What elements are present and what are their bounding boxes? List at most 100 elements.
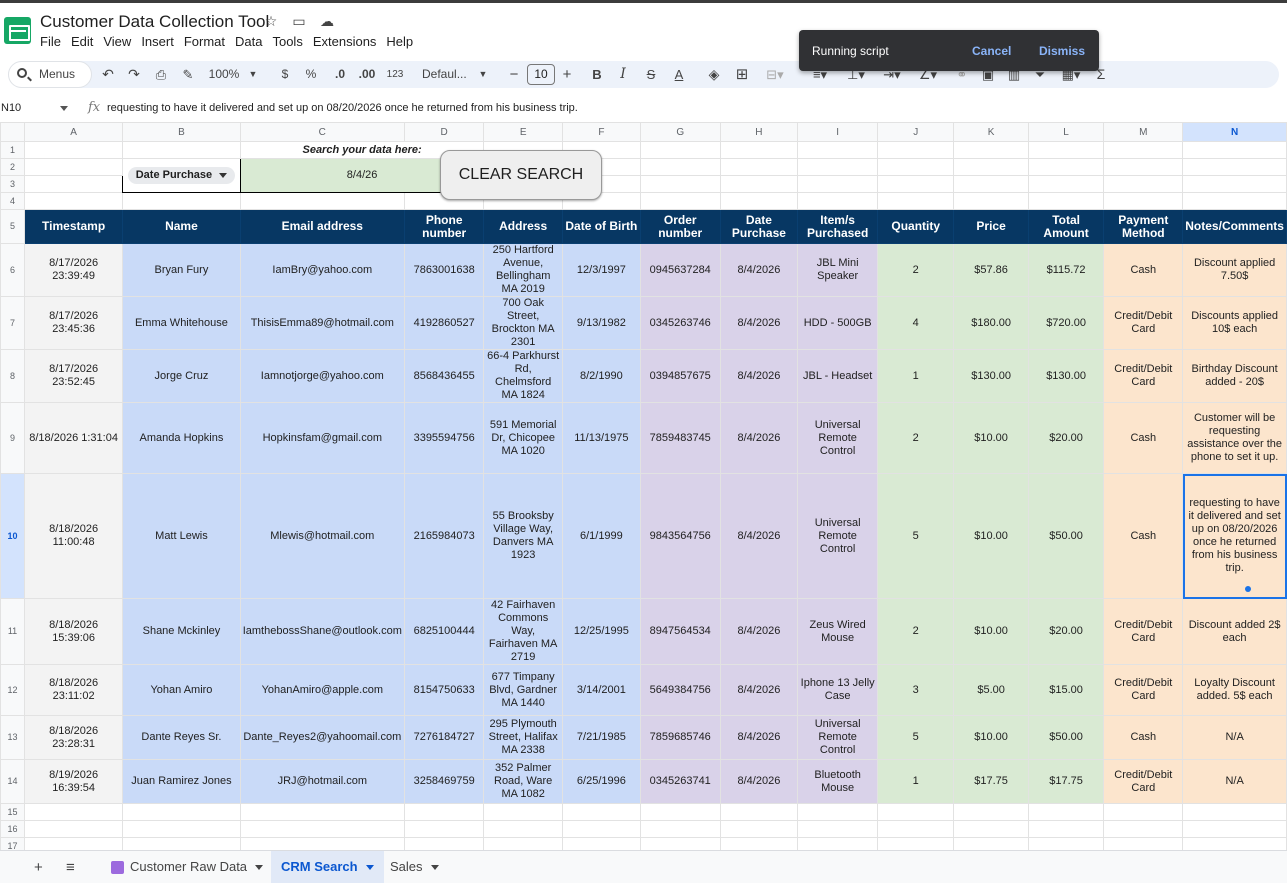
cell-email[interactable]: Mlewis@hotmail.com bbox=[239, 473, 405, 599]
bold-button[interactable]: B bbox=[590, 61, 604, 88]
cell-total-amount[interactable]: $130.00 bbox=[1027, 349, 1105, 403]
column-header[interactable]: E bbox=[483, 122, 563, 142]
cell-quantity[interactable]: 4 bbox=[876, 296, 955, 350]
cell-order-number[interactable]: 0394857675 bbox=[639, 349, 721, 403]
row-header[interactable]: 17 bbox=[0, 837, 26, 850]
row-header[interactable]: 8 bbox=[0, 349, 26, 403]
spreadsheet-grid[interactable]: A B C D E F G H I J K L M N 1 Search you… bbox=[0, 122, 1287, 850]
name-box-chevron-down-icon[interactable] bbox=[60, 106, 68, 111]
cell-price[interactable]: $10.00 bbox=[953, 473, 1029, 599]
currency-format-button[interactable]: $ bbox=[278, 61, 292, 88]
cell-order-number[interactable]: 0345263741 bbox=[639, 759, 721, 804]
fill-handle[interactable] bbox=[1245, 586, 1251, 592]
cell-notes[interactable]: Loyalty Discount added. 5$ each bbox=[1182, 664, 1287, 716]
cell-date-purchase[interactable]: 8/4/2026 bbox=[719, 715, 799, 760]
star-icon[interactable]: ☆ bbox=[262, 13, 280, 30]
cell-address[interactable]: 700 Oak Street, Brockton MA 2301 bbox=[483, 296, 563, 350]
row-header[interactable]: 4 bbox=[0, 192, 26, 210]
cell-dob[interactable]: 12/25/1995 bbox=[561, 598, 641, 665]
cell-items[interactable]: JBL Mini Speaker bbox=[797, 243, 878, 297]
formula-input[interactable]: requesting to have it delivered and set … bbox=[107, 102, 578, 114]
fill-color-icon[interactable]: ◈ bbox=[706, 61, 722, 88]
cell-date-purchase[interactable]: 8/4/2026 bbox=[719, 402, 799, 474]
cell-notes[interactable]: Customer will be requesting assistance o… bbox=[1182, 402, 1287, 474]
chevron-down-icon[interactable] bbox=[255, 865, 264, 871]
cell-address[interactable]: 55 Brooksby Village Way, Danvers MA 1923 bbox=[483, 473, 563, 599]
row-header[interactable]: 1 bbox=[0, 141, 26, 159]
add-sheet-icon[interactable]: + bbox=[34, 859, 43, 876]
cell-timestamp[interactable]: 8/18/2026 1:31:04 bbox=[24, 402, 124, 474]
menu-help[interactable]: Help bbox=[386, 33, 418, 50]
cell-address[interactable]: 591 Memorial Dr, Chicopee MA 1020 bbox=[483, 402, 563, 474]
select-all-corner[interactable] bbox=[0, 122, 26, 142]
cell-date-purchase[interactable]: 8/4/2026 bbox=[719, 759, 799, 804]
cell-name[interactable]: Shane Mckinley bbox=[122, 598, 241, 665]
column-header[interactable]: A bbox=[24, 122, 124, 142]
cell-date-purchase[interactable]: 8/4/2026 bbox=[719, 598, 799, 665]
row-header[interactable]: 6 bbox=[0, 243, 26, 297]
cell-dob[interactable]: 11/13/1975 bbox=[561, 402, 641, 474]
cell-timestamp[interactable]: 8/18/2026 15:39:06 bbox=[24, 598, 124, 665]
column-header[interactable]: B bbox=[122, 122, 241, 142]
search-menus-button[interactable]: Menus bbox=[8, 61, 92, 88]
cell-notes[interactable]: Discount applied 7.50$ bbox=[1182, 243, 1287, 297]
cell-email[interactable]: JRJ@hotmail.com bbox=[239, 759, 405, 804]
cell-price[interactable]: $130.00 bbox=[953, 349, 1029, 403]
cell-quantity[interactable]: 2 bbox=[876, 402, 955, 474]
cell-notes[interactable]: Discount added 2$ each bbox=[1182, 598, 1287, 665]
font-select[interactable]: Defaul... bbox=[422, 61, 472, 88]
cell-email[interactable]: IamBry@yahoo.com bbox=[239, 243, 405, 297]
cell-notes[interactable]: requesting to have it delivered and set … bbox=[1182, 473, 1287, 599]
cell-payment-method[interactable]: Cash bbox=[1103, 715, 1184, 760]
cell-phone[interactable]: 2165984073 bbox=[403, 473, 485, 599]
cell-order-number[interactable]: 7859483745 bbox=[639, 402, 721, 474]
menu-view[interactable]: View bbox=[103, 33, 136, 50]
column-header[interactable]: K bbox=[953, 122, 1029, 142]
cell-payment-method[interactable]: Credit/Debit Card bbox=[1103, 296, 1184, 350]
cell-order-number[interactable]: 5649384756 bbox=[639, 664, 721, 716]
italic-button[interactable]: I bbox=[616, 61, 630, 88]
cell-items[interactable]: Universal Remote Control bbox=[797, 473, 878, 599]
cell-items[interactable]: Iphone 13 Jelly Case bbox=[797, 664, 878, 716]
cell-dob[interactable]: 9/13/1982 bbox=[561, 296, 641, 350]
menu-tools[interactable]: Tools bbox=[272, 33, 307, 50]
search-field-chip[interactable]: Date Purchase bbox=[127, 167, 236, 184]
cell-items[interactable]: Bluetooth Mouse bbox=[797, 759, 878, 804]
cell-address[interactable]: 42 Fairhaven Commons Way, Fairhaven MA 2… bbox=[483, 598, 563, 665]
zoom-chevron-down-icon[interactable]: ▼ bbox=[248, 61, 258, 88]
menu-data[interactable]: Data bbox=[235, 33, 267, 50]
increase-font-size-button[interactable]: + bbox=[561, 61, 573, 88]
font-chevron-down-icon[interactable]: ▼ bbox=[478, 61, 488, 88]
column-header[interactable]: M bbox=[1103, 122, 1184, 142]
name-box[interactable]: N10 bbox=[1, 102, 21, 114]
cell-total-amount[interactable]: $15.00 bbox=[1027, 664, 1105, 716]
cell-payment-method[interactable]: Cash bbox=[1103, 243, 1184, 297]
cell-price[interactable]: $57.86 bbox=[953, 243, 1029, 297]
menu-file[interactable]: File bbox=[40, 33, 66, 50]
cell-notes[interactable]: Discounts applied 10$ each bbox=[1182, 296, 1287, 350]
cell-payment-method[interactable]: Credit/Debit Card bbox=[1103, 349, 1184, 403]
cell-phone[interactable]: 8568436455 bbox=[403, 349, 485, 403]
column-header-selected[interactable]: N bbox=[1182, 122, 1287, 142]
column-header[interactable]: D bbox=[403, 122, 485, 142]
cell-payment-method[interactable]: Cash bbox=[1103, 402, 1184, 474]
row-header[interactable]: 2 bbox=[0, 158, 26, 176]
cell-timestamp[interactable]: 8/18/2026 23:11:02 bbox=[24, 664, 124, 716]
cell-price[interactable]: $180.00 bbox=[953, 296, 1029, 350]
cell-total-amount[interactable]: $50.00 bbox=[1027, 715, 1105, 760]
cancel-button[interactable]: Cancel bbox=[972, 44, 1011, 58]
cell-phone[interactable]: 3395594756 bbox=[403, 402, 485, 474]
row-header[interactable]: 5 bbox=[0, 209, 26, 244]
tab-sales[interactable]: Sales bbox=[380, 851, 449, 883]
dismiss-button[interactable]: Dismiss bbox=[1039, 44, 1085, 58]
column-header[interactable]: I bbox=[797, 122, 878, 142]
decrease-decimal-button[interactable]: .0 bbox=[330, 61, 350, 88]
cell-dob[interactable]: 12/3/1997 bbox=[561, 243, 641, 297]
strikethrough-button[interactable]: S bbox=[644, 61, 658, 88]
cell-date-purchase[interactable]: 8/4/2026 bbox=[719, 473, 799, 599]
cell-total-amount[interactable]: $50.00 bbox=[1027, 473, 1105, 599]
column-header[interactable]: G bbox=[639, 122, 721, 142]
cell-quantity[interactable]: 1 bbox=[876, 349, 955, 403]
cell-price[interactable]: $5.00 bbox=[953, 664, 1029, 716]
tab-customer-raw-data[interactable]: Customer Raw Data bbox=[101, 851, 273, 883]
